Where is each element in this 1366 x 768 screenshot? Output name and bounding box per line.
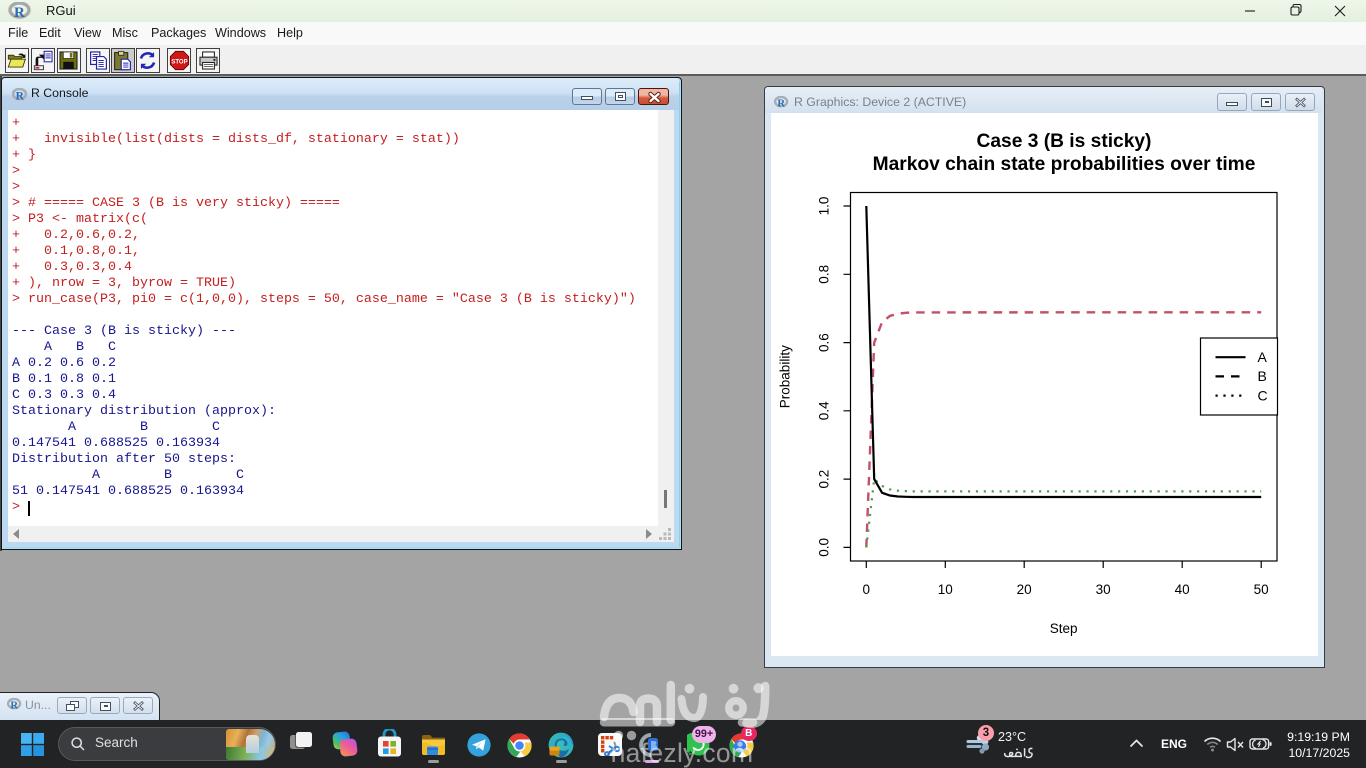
- svg-text:20: 20: [1017, 582, 1032, 597]
- svg-text:30: 30: [1096, 582, 1111, 597]
- svg-text:B: B: [1258, 368, 1267, 384]
- svg-text:R: R: [16, 91, 25, 103]
- svg-text:0.4: 0.4: [817, 401, 832, 420]
- svg-text:nafezly.com: nafezly.com: [611, 738, 754, 768]
- svg-text:Probability: Probability: [778, 345, 793, 408]
- svg-text:STOP: STOP: [171, 59, 187, 65]
- svg-text:40: 40: [1175, 582, 1190, 597]
- svg-text:R: R: [10, 700, 18, 711]
- svg-text:A: A: [1258, 349, 1268, 365]
- svg-text:50: 50: [1254, 582, 1269, 597]
- svg-text:R: R: [777, 98, 785, 109]
- svg-text:1.0: 1.0: [817, 197, 832, 216]
- svg-text:0.6: 0.6: [817, 333, 832, 352]
- svg-text:0.8: 0.8: [817, 265, 832, 284]
- svg-text:10: 10: [938, 582, 953, 597]
- svg-text:0.2: 0.2: [817, 470, 832, 489]
- svg-text:C: C: [1258, 387, 1268, 403]
- svg-text:Step: Step: [1050, 621, 1078, 636]
- svg-text:0: 0: [863, 582, 871, 597]
- svg-text:0.0: 0.0: [817, 538, 832, 557]
- svg-text:R: R: [14, 5, 25, 20]
